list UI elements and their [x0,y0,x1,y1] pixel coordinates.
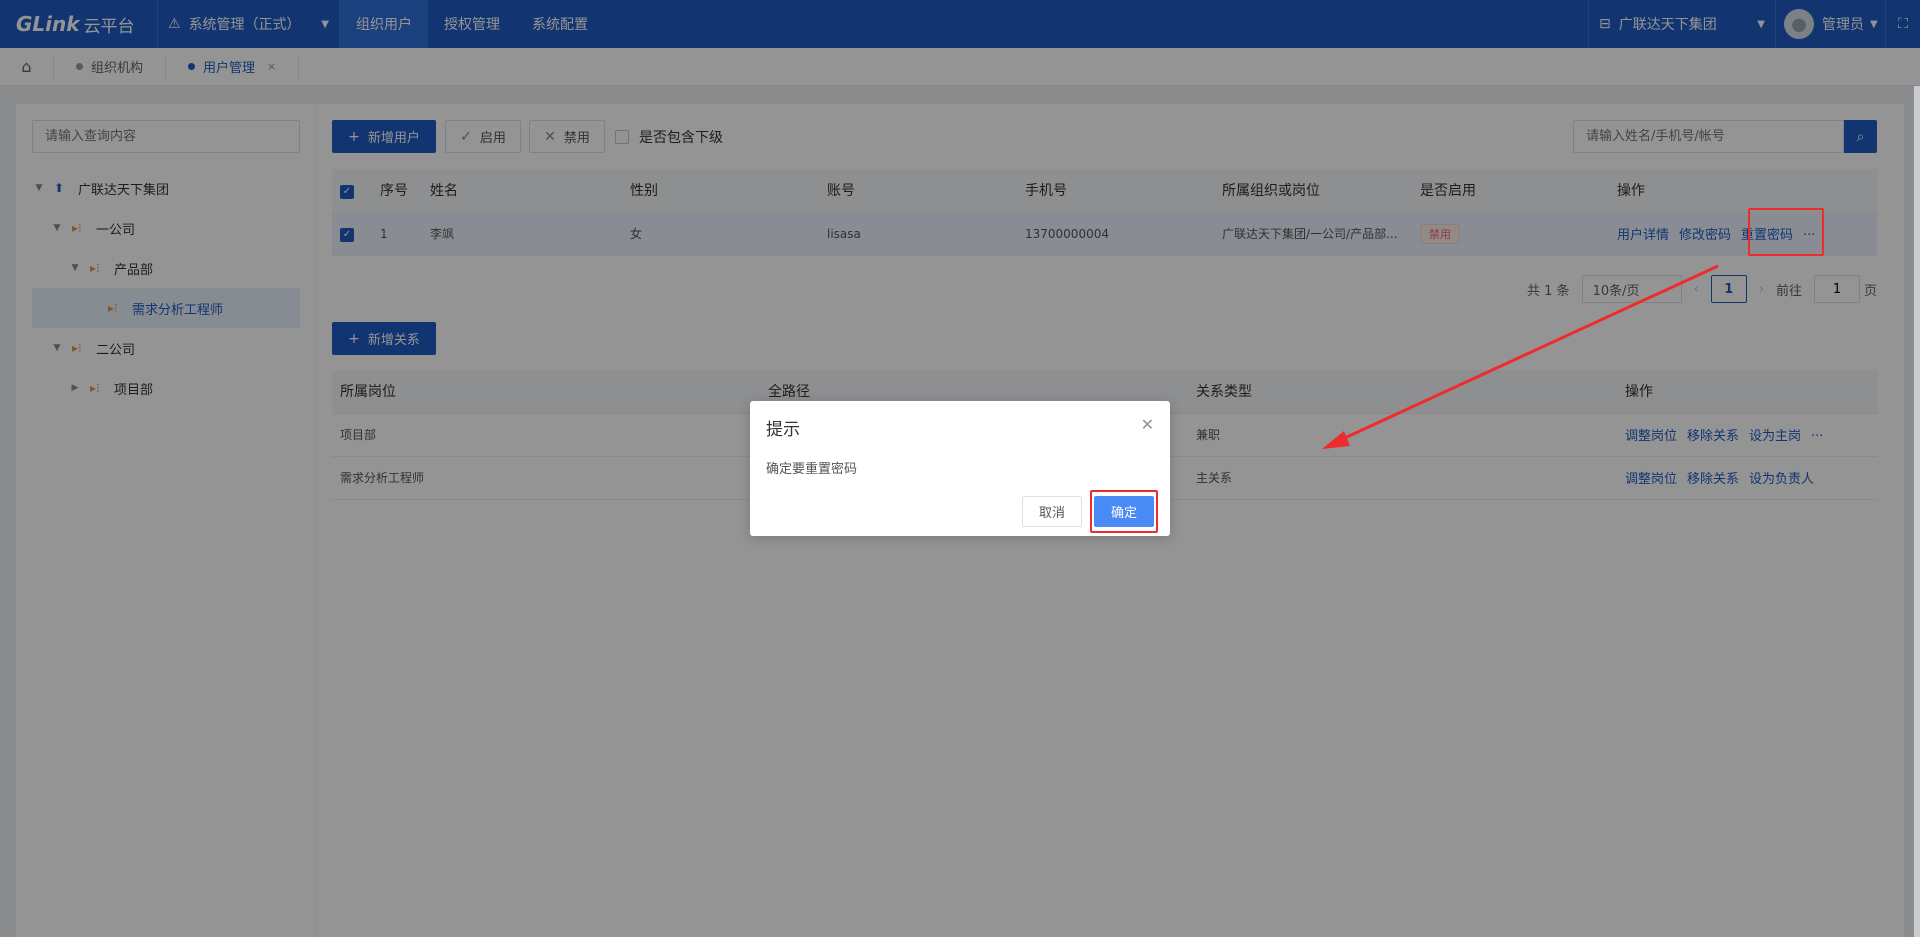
page-scrollbar[interactable] [1914,86,1920,937]
dialog-message: 确定要重置密码 [766,462,858,477]
confirm-dialog: 提示 ✕ 确定要重置密码 取消 确定 [750,401,1170,536]
cancel-button[interactable]: 取消 [1022,496,1082,527]
close-icon[interactable]: ✕ [1141,415,1154,434]
confirm-button[interactable]: 确定 [1094,496,1154,527]
dialog-title: 提示 [766,420,800,440]
